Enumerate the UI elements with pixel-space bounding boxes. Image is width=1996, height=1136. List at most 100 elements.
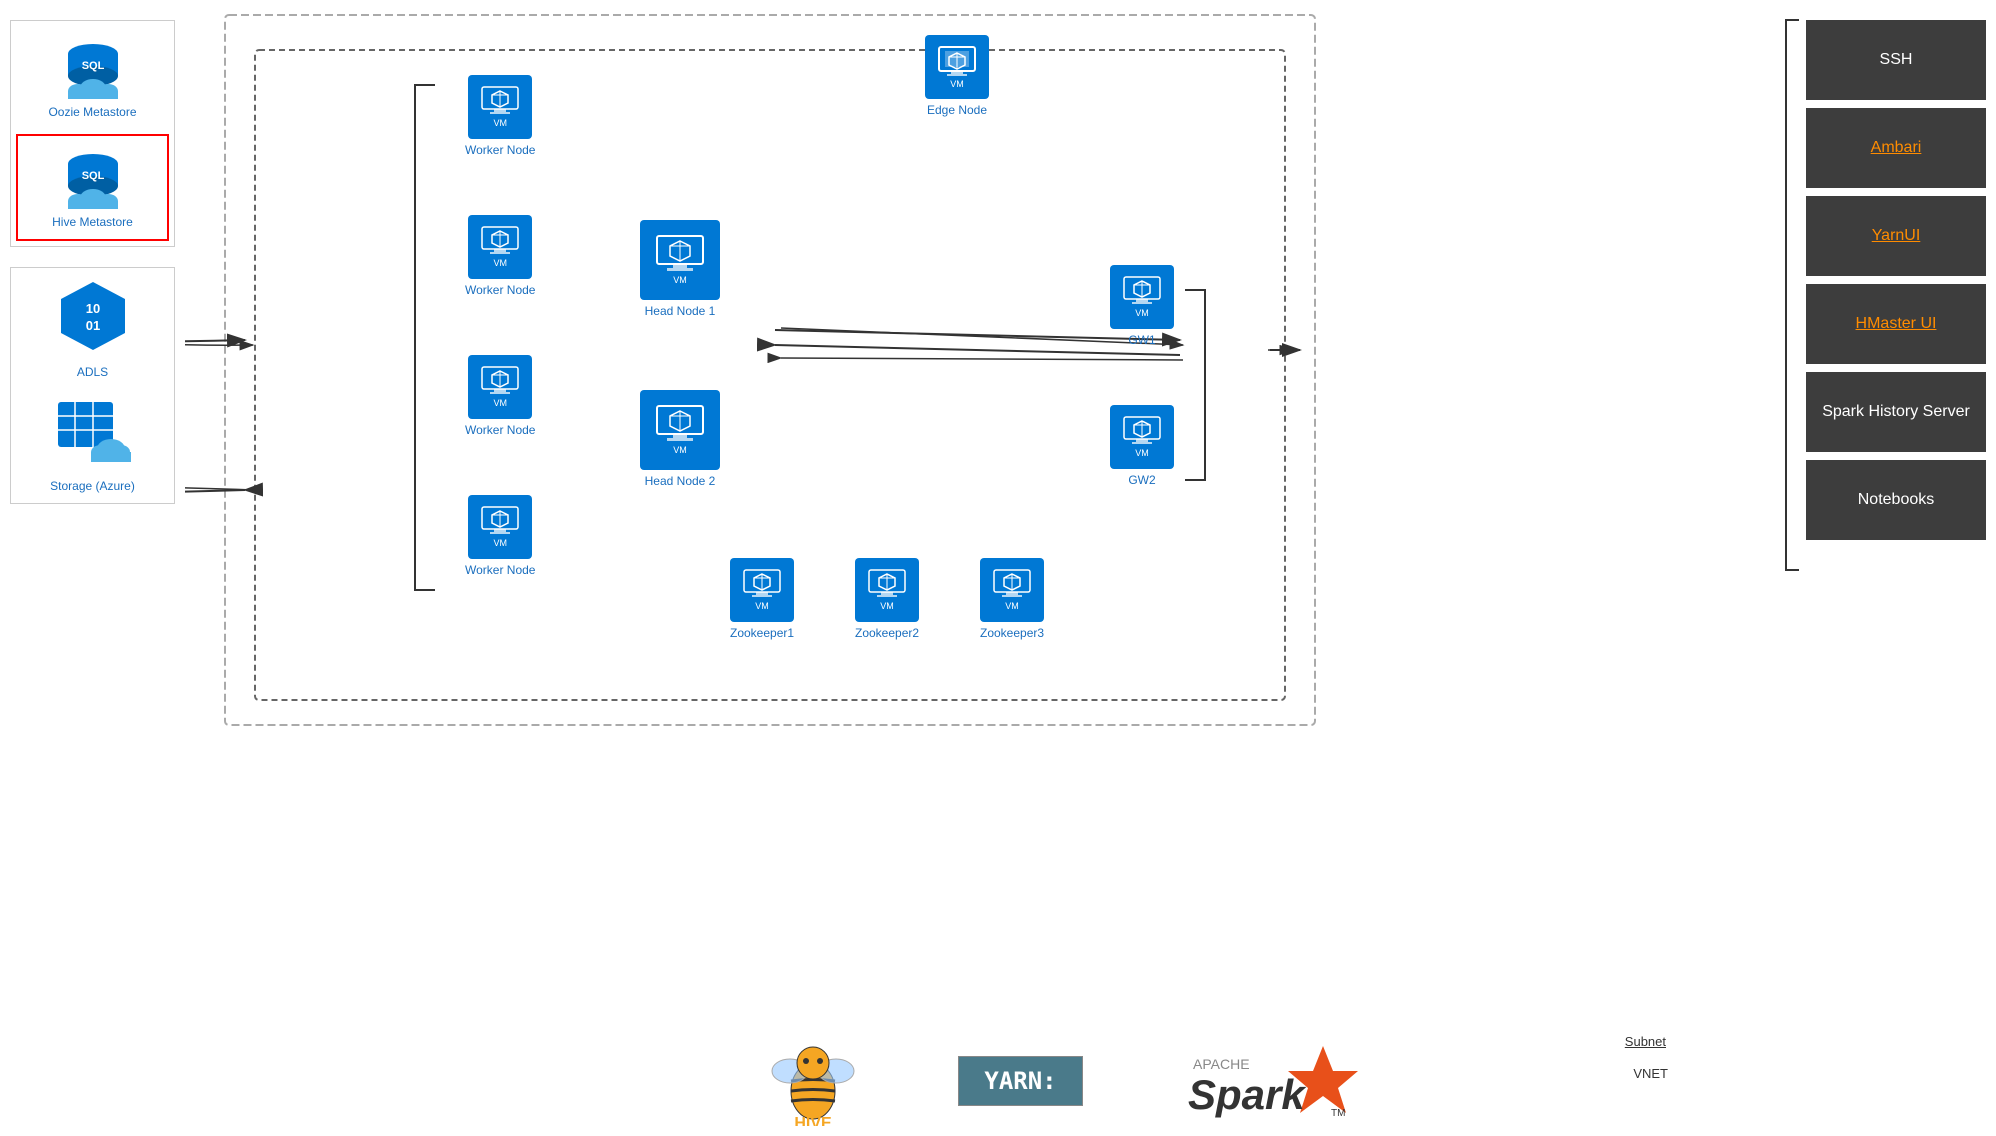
worker-1-vm-text: VM <box>493 118 507 128</box>
spark-logo: APACHE Spark TM <box>1183 1041 1363 1121</box>
head-1-label: Head Node 1 <box>645 304 716 318</box>
svg-text:TM: TM <box>1331 1108 1345 1119</box>
worker-2-label: Worker Node <box>465 283 535 297</box>
zk1-label: Zookeeper1 <box>730 626 794 640</box>
gw2-icon: VM <box>1110 405 1174 469</box>
worker-2-vm-text: VM <box>493 258 507 268</box>
notebooks-label: Notebooks <box>1858 491 1935 509</box>
zookeeper2-node: VM Zookeeper2 <box>855 558 919 640</box>
gw1-label: GW1 <box>1128 333 1155 347</box>
gw1-monitor <box>1123 276 1161 306</box>
head-node-1-icon: VM <box>640 220 720 300</box>
worker-4-label: Worker Node <box>465 563 535 577</box>
worker-3-monitor <box>481 366 519 396</box>
worker-node-4: VM Worker Node <box>465 495 535 577</box>
storage-azure-label: Storage (Azure) <box>50 479 135 493</box>
notebooks-button[interactable]: Notebooks <box>1806 460 1986 540</box>
zookeeper3-node: VM Zookeeper3 <box>980 558 1044 640</box>
ambari-label: Ambari <box>1871 139 1922 157</box>
worker-node-1: VM Worker Node <box>465 75 535 157</box>
right-panel: SSH Ambari YarnUI HMaster UI Spark Histo… <box>1796 0 1996 1136</box>
svg-text:01: 01 <box>85 318 99 333</box>
zk2-label: Zookeeper2 <box>855 626 919 640</box>
gw1-vm-text: VM <box>1135 308 1149 318</box>
edge-node-vm-icon: VM <box>925 35 989 99</box>
head-2-vm-text: VM <box>673 445 687 455</box>
head-node-1: VM Head Node 1 <box>640 220 720 318</box>
worker-node-4-icon: VM <box>468 495 532 559</box>
svg-text:Spark: Spark <box>1188 1071 1307 1118</box>
head-2-label: Head Node 2 <box>645 474 716 488</box>
edge-node-monitor <box>937 45 977 77</box>
hive-bee-icon: HIVE <box>768 1036 858 1126</box>
zk2-monitor <box>868 569 906 599</box>
zk3-vm-text: VM <box>1005 601 1019 611</box>
worker-4-monitor <box>481 506 519 536</box>
head-1-vm-text: VM <box>673 275 687 285</box>
ambari-button[interactable]: Ambari <box>1806 108 1986 188</box>
bottom-logos: HIVE YARN: APACHE Spark TM <box>385 1036 1746 1126</box>
gw1-icon: VM <box>1110 265 1174 329</box>
left-panel: SQL Oozie Metastore SQL <box>0 0 185 1136</box>
worker-3-vm-text: VM <box>493 398 507 408</box>
zk3-label: Zookeeper3 <box>980 626 1044 640</box>
svg-text:SQL: SQL <box>81 60 104 72</box>
worker-2-monitor <box>481 226 519 256</box>
hive-metastore-box: SQL Hive Metastore <box>16 134 169 241</box>
hive-logo: HIVE <box>768 1036 858 1126</box>
metastore-group: SQL Oozie Metastore SQL <box>10 20 175 247</box>
zk3-monitor <box>993 569 1031 599</box>
zk1-icon: VM <box>730 558 794 622</box>
gw2-label: GW2 <box>1128 473 1155 487</box>
head-2-monitor <box>656 405 704 443</box>
edge-node-vm-label: VM <box>950 79 964 89</box>
yarnui-button[interactable]: YarnUI <box>1806 196 1986 276</box>
zk2-icon: VM <box>855 558 919 622</box>
head-node-2-icon: VM <box>640 390 720 470</box>
spark-history-label: Spark History Server <box>1822 403 1970 421</box>
yarn-logo: YARN: <box>958 1056 1082 1106</box>
zookeeper1-node: VM Zookeeper1 <box>730 558 794 640</box>
hive-metastore-label: Hive Metastore <box>52 215 133 229</box>
center-diagram: VM Edge Node VM Worker Node <box>185 0 1796 1136</box>
zk1-vm-text: VM <box>755 601 769 611</box>
svg-text:HIVE: HIVE <box>795 1115 833 1126</box>
zk1-monitor <box>743 569 781 599</box>
hmaster-button[interactable]: HMaster UI <box>1806 284 1986 364</box>
gw2-monitor <box>1123 416 1161 446</box>
gw2-vm-text: VM <box>1135 448 1149 458</box>
gw1-node: VM GW1 <box>1110 265 1174 347</box>
worker-1-label: Worker Node <box>465 143 535 157</box>
spark-logo-svg: APACHE Spark TM <box>1183 1041 1363 1121</box>
head-node-2: VM Head Node 2 <box>640 390 720 488</box>
worker-1-monitor <box>481 86 519 116</box>
svg-text:APACHE: APACHE <box>1193 1056 1250 1072</box>
gw2-node: VM GW2 <box>1110 405 1174 487</box>
adls-icon: 10 01 <box>53 278 133 353</box>
ssh-button[interactable]: SSH <box>1806 20 1986 100</box>
main-container: SQL Oozie Metastore SQL <box>0 0 1996 1136</box>
ssh-label: SSH <box>1880 51 1913 69</box>
head-1-monitor <box>656 235 704 273</box>
oozie-metastore-label: Oozie Metastore <box>48 105 136 119</box>
azure-storage-icon <box>53 397 133 467</box>
hmaster-label: HMaster UI <box>1856 315 1937 333</box>
spark-history-button[interactable]: Spark History Server <box>1806 372 1986 452</box>
storage-group-box: 10 01 ADLS Storage (Azure) <box>10 267 175 504</box>
zk2-vm-text: VM <box>880 601 894 611</box>
right-bracket <box>1781 10 1801 1126</box>
zk3-icon: VM <box>980 558 1044 622</box>
hive-metastore-icon: SQL <box>58 146 128 211</box>
oozie-metastore-icon: SQL <box>58 36 128 101</box>
edge-node-label: Edge Node <box>927 103 987 117</box>
edge-node: VM Edge Node <box>925 35 989 117</box>
worker-node-2-icon: VM <box>468 215 532 279</box>
worker-node-1-icon: VM <box>468 75 532 139</box>
yarnui-label: YarnUI <box>1872 227 1921 245</box>
worker-node-3: VM Worker Node <box>465 355 535 437</box>
yarn-text: YARN: <box>984 1067 1056 1095</box>
worker-3-label: Worker Node <box>465 423 535 437</box>
oozie-metastore-box: SQL Oozie Metastore <box>16 26 169 129</box>
svg-text:SQL: SQL <box>81 170 104 182</box>
worker-node-2: VM Worker Node <box>465 215 535 297</box>
